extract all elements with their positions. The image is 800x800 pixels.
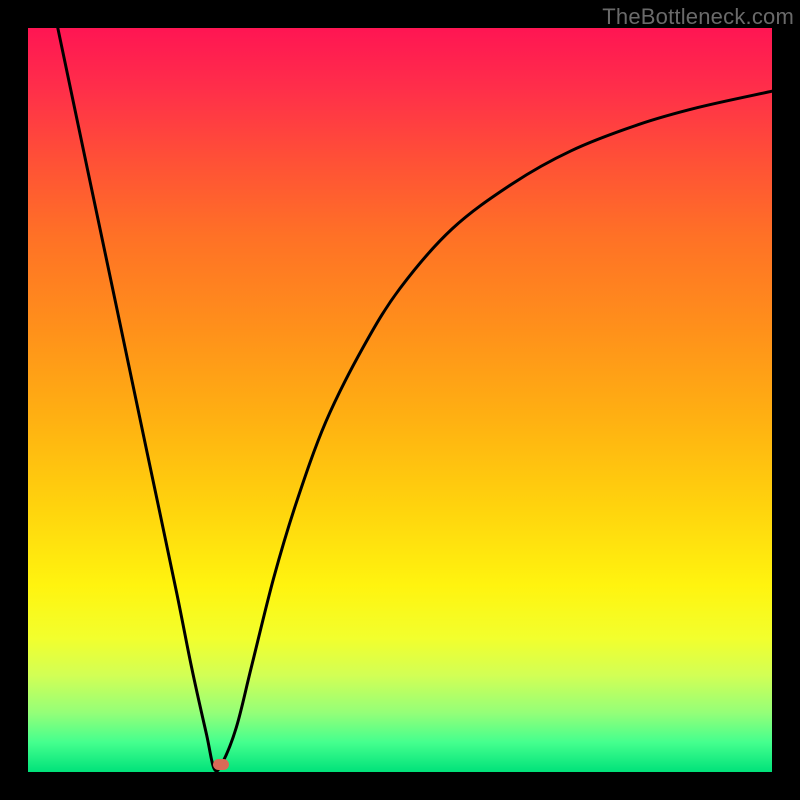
attribution-text: TheBottleneck.com <box>602 4 794 30</box>
bottleneck-curve <box>58 28 772 771</box>
curve-layer <box>28 28 772 772</box>
minimum-marker <box>213 759 229 770</box>
chart-frame: TheBottleneck.com <box>0 0 800 800</box>
